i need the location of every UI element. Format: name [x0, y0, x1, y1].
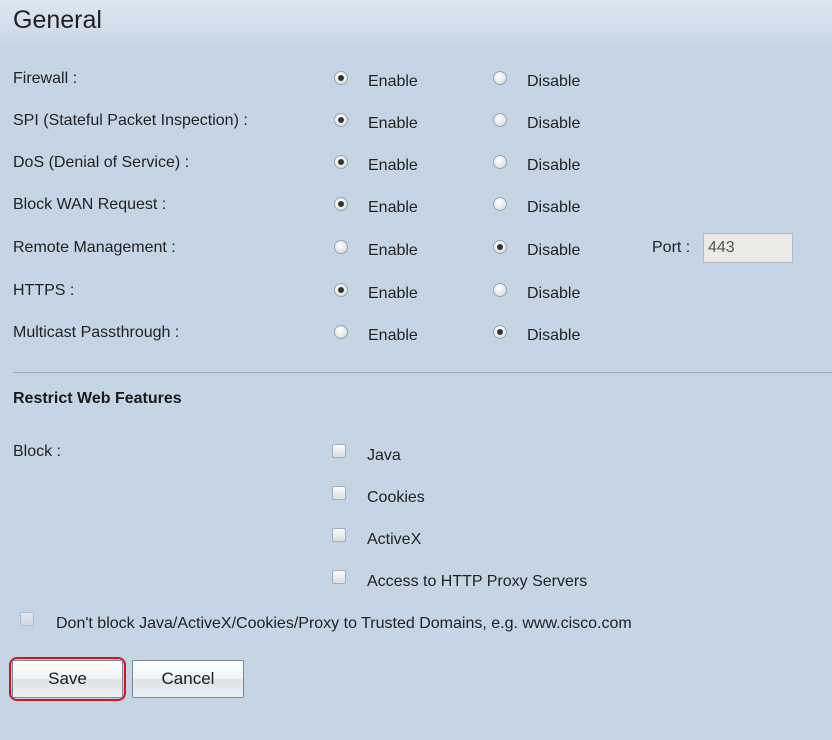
- enable-label: Enable: [368, 115, 418, 132]
- setting-label: Multicast Passthrough :: [13, 324, 180, 341]
- setting-label: HTTPS :: [13, 282, 75, 299]
- proxy-label: Access to HTTP Proxy Servers: [367, 573, 588, 590]
- section-title-restrict-web-features: Restrict Web Features: [13, 390, 182, 407]
- setting-label: DoS (Denial of Service) :: [13, 154, 190, 171]
- disable-label: Disable: [527, 327, 581, 344]
- setting-label: Remote Management :: [13, 239, 176, 256]
- setting-label: Firewall :: [13, 70, 78, 87]
- block-label: Block :: [13, 443, 62, 460]
- cookies-checkbox[interactable]: [332, 486, 346, 500]
- enable-label: Enable: [368, 327, 418, 344]
- firewall-disable-radio[interactable]: [493, 71, 507, 85]
- trusted-domains-checkbox[interactable]: [20, 612, 34, 626]
- cancel-button[interactable]: Cancel: [132, 660, 244, 698]
- cookies-label: Cookies: [367, 489, 425, 506]
- https-disable-radio[interactable]: [493, 283, 507, 297]
- port-label: Port :: [652, 239, 691, 256]
- remote-management-disable-radio[interactable]: [493, 240, 507, 254]
- page-title: General: [13, 6, 102, 34]
- dos-disable-radio[interactable]: [493, 155, 507, 169]
- activex-checkbox[interactable]: [332, 528, 346, 542]
- java-label: Java: [367, 447, 401, 464]
- block-wan-enable-radio[interactable]: [334, 197, 348, 211]
- setting-row-multicast: Multicast Passthrough : Enable Disable: [0, 324, 832, 350]
- setting-row-https: HTTPS : Enable Disable: [0, 282, 832, 308]
- multicast-enable-radio[interactable]: [334, 325, 348, 339]
- https-enable-radio[interactable]: [334, 283, 348, 297]
- setting-row-spi: SPI (Stateful Packet Inspection) : Enabl…: [0, 112, 832, 138]
- firewall-enable-radio[interactable]: [334, 71, 348, 85]
- block-wan-disable-radio[interactable]: [493, 197, 507, 211]
- proxy-checkbox[interactable]: [332, 570, 346, 584]
- disable-label: Disable: [527, 199, 581, 216]
- remote-management-enable-radio[interactable]: [334, 240, 348, 254]
- enable-label: Enable: [368, 73, 418, 90]
- enable-label: Enable: [368, 157, 418, 174]
- setting-row-block-wan: Block WAN Request : Enable Disable: [0, 196, 832, 222]
- multicast-disable-radio[interactable]: [493, 325, 507, 339]
- disable-label: Disable: [527, 73, 581, 90]
- setting-label: Block WAN Request :: [13, 196, 167, 213]
- setting-row-dos: DoS (Denial of Service) : Enable Disable: [0, 154, 832, 180]
- setting-row-firewall: Firewall : Enable Disable: [0, 70, 832, 96]
- trusted-domains-label: Don't block Java/ActiveX/Cookies/Proxy t…: [56, 615, 632, 632]
- dos-enable-radio[interactable]: [334, 155, 348, 169]
- setting-label: SPI (Stateful Packet Inspection) :: [13, 112, 248, 129]
- header-band: [0, 0, 832, 44]
- java-checkbox[interactable]: [332, 444, 346, 458]
- setting-row-remote-management: Remote Management : Enable Disable Port …: [0, 233, 832, 265]
- disable-label: Disable: [527, 115, 581, 132]
- enable-label: Enable: [368, 285, 418, 302]
- activex-label: ActiveX: [367, 531, 422, 548]
- disable-label: Disable: [527, 285, 581, 302]
- enable-label: Enable: [368, 242, 418, 259]
- spi-disable-radio[interactable]: [493, 113, 507, 127]
- spi-enable-radio[interactable]: [334, 113, 348, 127]
- save-button[interactable]: Save: [12, 660, 123, 698]
- section-divider: [13, 372, 832, 373]
- enable-label: Enable: [368, 199, 418, 216]
- port-input[interactable]: [703, 233, 793, 263]
- disable-label: Disable: [527, 242, 581, 259]
- disable-label: Disable: [527, 157, 581, 174]
